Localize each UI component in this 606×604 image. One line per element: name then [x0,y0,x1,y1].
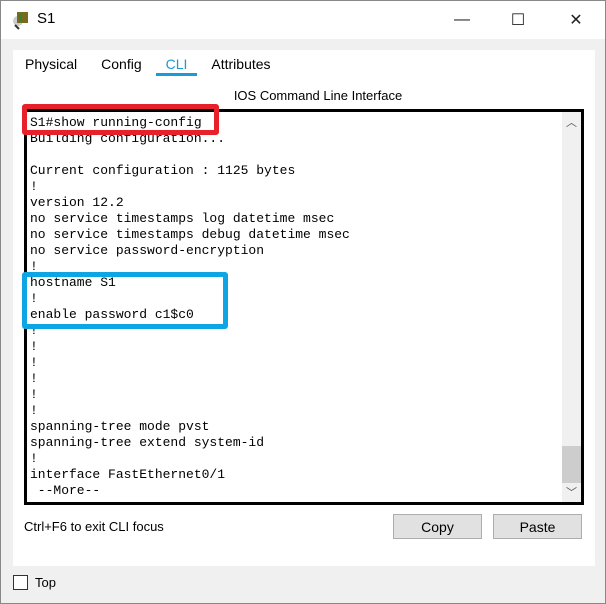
terminal-line: ! [30,355,38,370]
copy-button[interactable]: Copy [393,514,482,539]
terminal-line: no service timestamps log datetime msec [30,211,335,226]
window-title: S1 [37,10,56,27]
switch-app-icon [13,12,28,30]
terminal-line: version 12.2 [30,195,124,210]
cli-heading: IOS Command Line Interface [233,88,403,103]
scrollbar[interactable]: ︿ ﹀ [562,112,581,502]
top-checkbox[interactable] [13,575,28,590]
highlight-hostname-password [22,272,228,329]
terminal-line: no service password-encryption [30,243,265,258]
minimize-button[interactable]: — [439,1,485,39]
terminal-line: spanning-tree extend system-id [30,435,265,450]
terminal-line: Current configuration : 1125 bytes [30,163,296,178]
terminal-line: ! [30,371,38,386]
close-button[interactable]: ✕ [553,1,599,39]
tab-cli[interactable]: CLI [154,50,200,78]
scroll-down-icon[interactable]: ﹀ [562,484,581,502]
terminal-line: ! [30,179,38,194]
highlight-show-command [22,104,219,135]
cli-focus-hint: Ctrl+F6 to exit CLI focus [24,519,164,534]
terminal-line: interface FastEthernet0/1 [30,467,226,482]
tab-bar: Physical Config CLI Attributes [13,50,283,78]
scrollbar-thumb[interactable] [562,446,581,483]
tab-physical[interactable]: Physical [13,50,89,78]
title-bar: S1 — ☐ ✕ [1,1,605,39]
terminal-line: ! [30,403,38,418]
terminal-line: ! [30,339,38,354]
tab-config[interactable]: Config [89,50,153,78]
terminal-line: ! [30,387,38,402]
terminal-line: spanning-tree mode pvst [30,419,210,434]
paste-button[interactable]: Paste [493,514,582,539]
tab-panel: Physical Config CLI Attributes IOS Comma… [13,50,595,566]
tab-attributes[interactable]: Attributes [199,50,282,78]
scroll-up-icon[interactable]: ︿ [562,114,581,132]
top-label: Top [35,575,56,590]
terminal-line: --More-- [30,483,101,498]
maximize-button[interactable]: ☐ [495,1,541,39]
terminal-line: ! [30,451,38,466]
terminal-line: no service timestamps debug datetime mse… [30,227,350,242]
